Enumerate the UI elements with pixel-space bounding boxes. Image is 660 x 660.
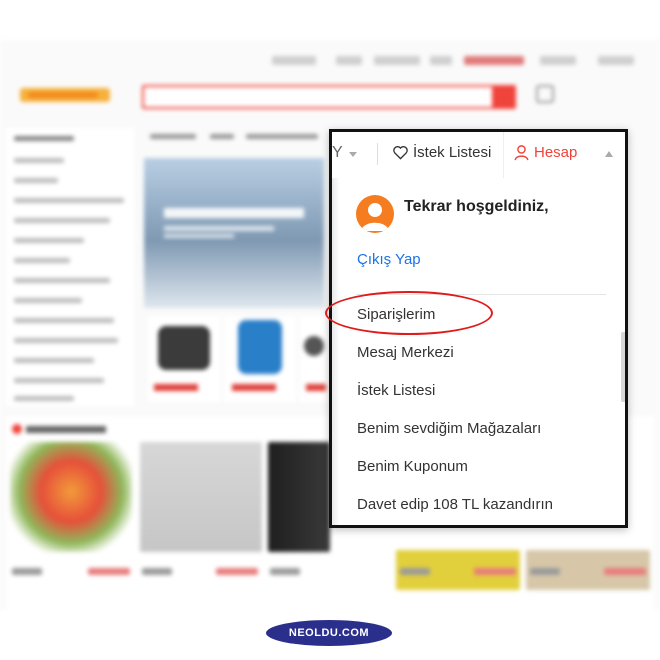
chevron-up-icon [605,151,613,157]
product-card [224,316,296,402]
nav-line [150,134,196,139]
price-line [530,568,560,575]
account-link[interactable]: Hesap [514,144,577,161]
highlight-ellipse [325,291,493,335]
nav-line [210,134,234,139]
currency-selector[interactable]: Y [332,144,343,162]
chevron-down-icon [349,152,357,157]
store-logo [20,84,114,108]
sidebar-line [14,178,58,183]
price-line [12,568,42,575]
wishlist-link[interactable]: İstek Listesi [392,144,491,161]
product-card [300,316,328,402]
product-image [268,442,330,552]
dropdown-header: Y İstek Listesi Hesap [332,132,625,178]
sidebar-line [14,198,124,203]
price-line [142,568,172,575]
menu-item-favorite-stores[interactable]: Benim sevdiğim Mağazaları [357,420,541,437]
search-button [492,87,514,107]
price-line [216,568,258,575]
user-icon [514,144,529,160]
menu-item-invite[interactable]: Davet edip 108 TL kazandırın [357,496,553,513]
price-line [474,568,516,575]
sidebar-line [14,258,70,263]
watermark-logo: NEOLDU.COM [266,620,392,646]
divider [377,143,378,165]
price-line [88,568,130,575]
top-link [430,56,452,65]
promo-banner [144,158,324,308]
avatar [356,195,394,233]
heart-icon [393,146,408,160]
sidebar-line [14,378,104,383]
watermark-text: NEOLDU.COM [288,627,370,639]
banner-text-shape [164,208,314,241]
sidebar-line [14,358,94,363]
screenshot: Y İstek Listesi Hesap Tekrar hoşgeldiniz… [0,0,660,660]
sidebar-line [14,396,74,401]
cart-icon [536,85,554,103]
category-sidebar [6,128,134,406]
account-label: Hesap [534,144,578,161]
logout-link[interactable]: Çıkış Yap [357,251,421,268]
product-card [148,316,220,402]
user-avatar-icon [361,203,389,231]
sidebar-line [14,278,110,283]
top-link [336,56,362,65]
price-line [400,568,430,575]
top-links-bar [0,54,660,70]
menu-item-coupons[interactable]: Benim Kuponum [357,458,468,475]
top-link [464,56,524,65]
menu-item-wishlist[interactable]: İstek Listesi [357,382,435,399]
search-bar [142,85,516,109]
sidebar-line [14,238,84,243]
top-link [540,56,576,65]
scrollbar[interactable] [621,332,625,402]
welcome-text: Tekrar hoşgeldiniz, [404,198,549,215]
wishlist-label: İstek Listesi [413,144,492,161]
sidebar-line [14,218,110,223]
nav-line [246,134,318,139]
sidebar-line [14,136,74,141]
panel-shadow [332,178,340,525]
product-image [10,442,132,552]
price-line [270,568,300,575]
menu-item-message-center[interactable]: Mesaj Merkezi [357,344,454,361]
product-image [140,442,262,552]
top-link [272,56,316,65]
logo-shape [20,88,110,102]
sidebar-line [14,158,64,163]
sidebar-line [14,338,118,343]
price-line [604,568,646,575]
top-link [598,56,634,65]
top-link [374,56,420,65]
sidebar-line [14,298,82,303]
account-tab[interactable]: Hesap [503,132,625,178]
sidebar-line [14,318,114,323]
